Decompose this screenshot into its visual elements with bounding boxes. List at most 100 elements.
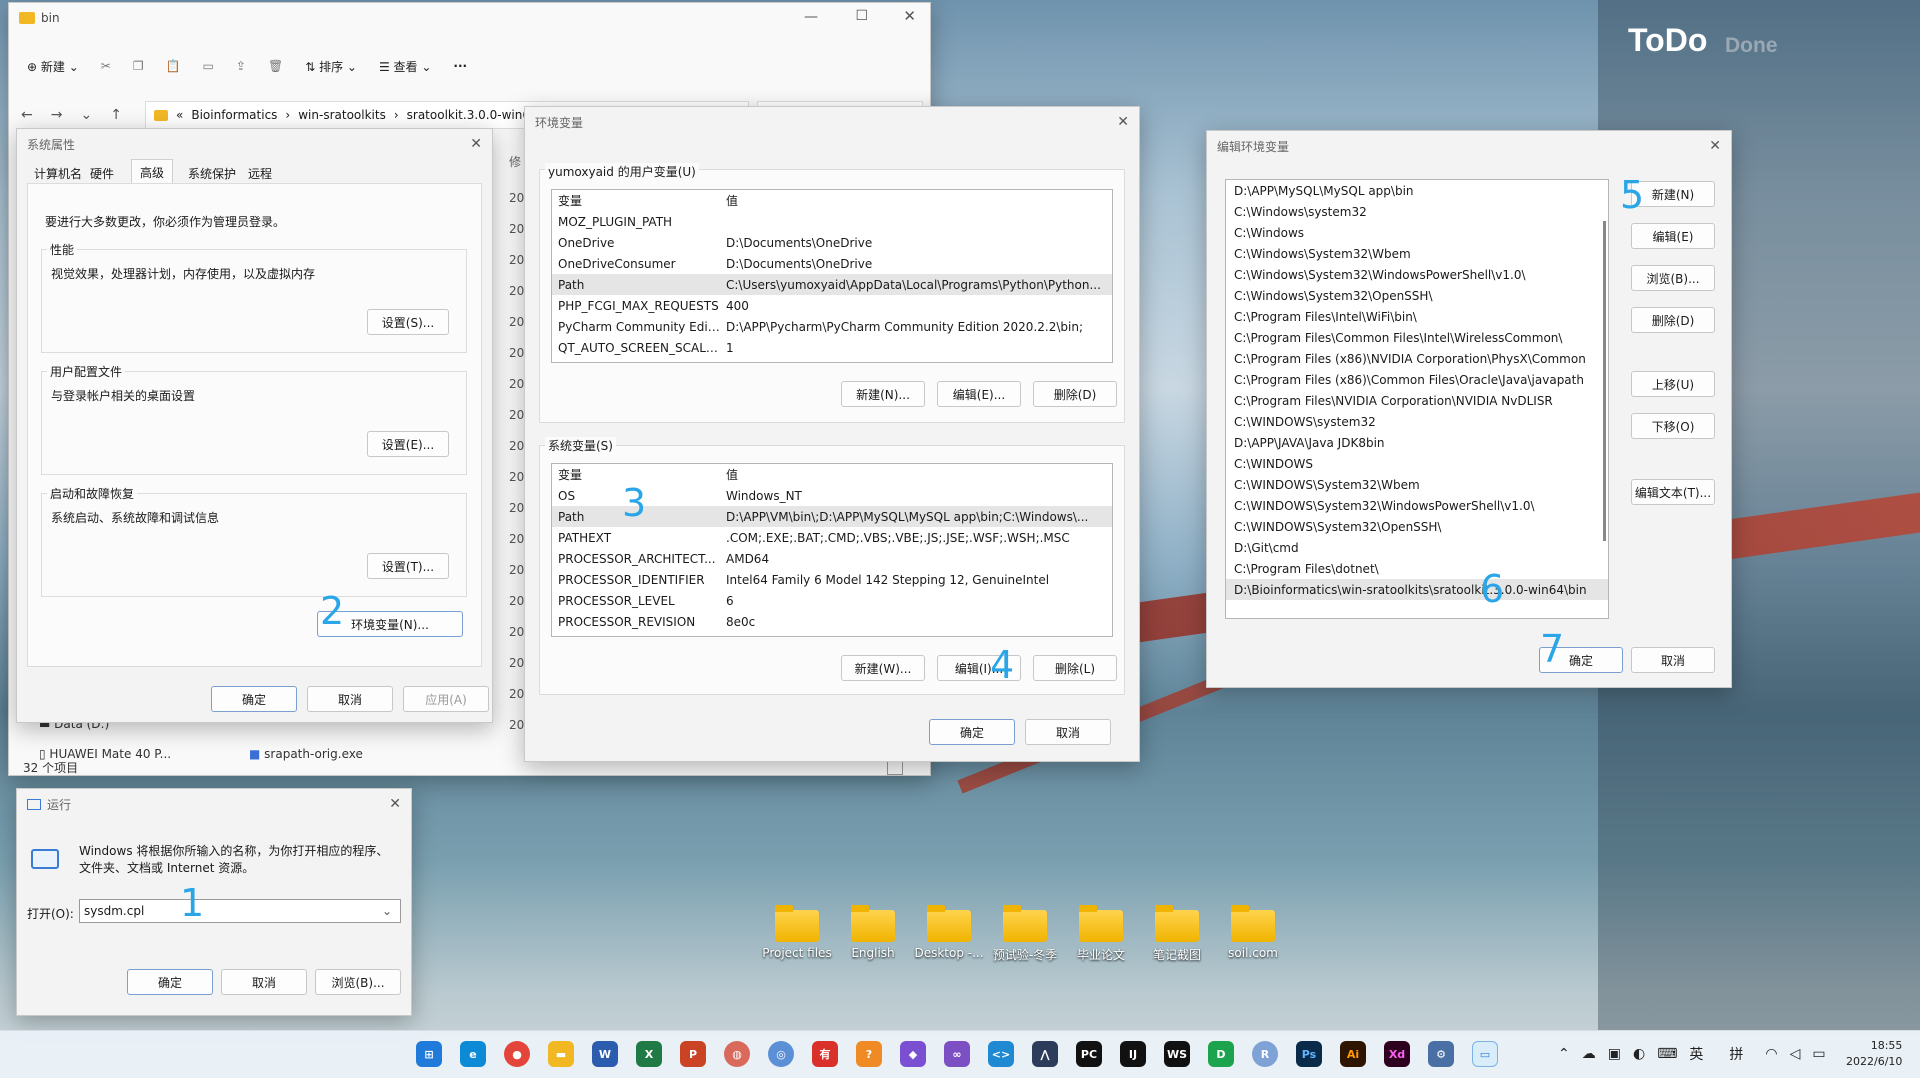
- table-row[interactable]: OneDrive D:\Documents\OneDrive: [552, 232, 1112, 253]
- cancel-button[interactable]: 取消: [1631, 647, 1715, 673]
- list-item[interactable]: C:\WINDOWS\system32: [1226, 411, 1608, 432]
- list-item[interactable]: C:\WINDOWS: [1226, 453, 1608, 474]
- column-header-variable[interactable]: 变量: [552, 192, 720, 209]
- table-row[interactable]: OS Windows_NT: [552, 485, 1112, 506]
- user-delete-button[interactable]: 删除(D): [1033, 381, 1117, 407]
- new-button[interactable]: ⊕ 新建 ⌄: [27, 58, 79, 75]
- list-item[interactable]: C:\WINDOWS\System32\OpenSSH\: [1226, 516, 1608, 537]
- delete-path-button[interactable]: 删除(D): [1631, 307, 1715, 333]
- list-item[interactable]: C:\WINDOWS\System32\Wbem: [1226, 474, 1608, 495]
- desktop-folder[interactable]: 笔记截图: [1142, 905, 1212, 963]
- xd-icon[interactable]: Xd: [1384, 1041, 1410, 1067]
- new-path-button[interactable]: 新建(N): [1631, 181, 1715, 207]
- table-row[interactable]: QT_AUTO_SCREEN_SCALE... 1: [552, 337, 1112, 358]
- powerpoint-icon[interactable]: P: [680, 1041, 706, 1067]
- app-icon[interactable]: ◎: [768, 1041, 794, 1067]
- ok-button[interactable]: 确定: [211, 686, 297, 712]
- close-icon[interactable]: ✕: [470, 136, 482, 152]
- list-item[interactable]: C:\Program Files\dotnet\: [1226, 558, 1608, 579]
- vscode-icon[interactable]: <>: [988, 1041, 1014, 1067]
- desktop-folder[interactable]: 预试验-冬季: [990, 905, 1060, 963]
- chevron-down-icon[interactable]: ⌄: [80, 107, 92, 123]
- startup-recovery-settings-button[interactable]: 设置(T)...: [367, 553, 449, 579]
- app-icon[interactable]: ⋀: [1032, 1041, 1058, 1067]
- volume-icon[interactable]: ◁: [1790, 1046, 1801, 1062]
- chevron-down-icon[interactable]: ⌄: [382, 904, 400, 918]
- table-row[interactable]: Path C:\Users\yumoxyaid\AppData\Local\Pro…: [552, 274, 1112, 295]
- run-titlebar[interactable]: 运行: [17, 789, 411, 819]
- details-view-icon[interactable]: [887, 761, 903, 775]
- breadcrumb-item[interactable]: sratoolkit.3.0.0-win6: [407, 108, 530, 122]
- wifi-icon[interactable]: ◠: [1765, 1046, 1777, 1062]
- list-item[interactable]: D:\APP\JAVA\Java JDK8bin: [1226, 432, 1608, 453]
- desktop-folder[interactable]: English: [838, 905, 908, 960]
- tab-system-protection[interactable]: 系统保护: [183, 163, 241, 184]
- desktop-folder[interactable]: Desktop -...: [914, 905, 984, 960]
- list-item[interactable]: C:\Windows: [1226, 222, 1608, 243]
- photoshop-icon[interactable]: Ps: [1296, 1041, 1322, 1067]
- rename-icon[interactable]: ▭: [203, 59, 214, 73]
- sysprop-titlebar[interactable]: 系统属性: [17, 129, 492, 159]
- forward-arrow-icon[interactable]: →: [51, 107, 63, 123]
- copy-icon[interactable]: ❐: [133, 59, 144, 73]
- table-row[interactable]: OneDriveConsumer D:\Documents\OneDrive: [552, 253, 1112, 274]
- user-profiles-settings-button[interactable]: 设置(E)...: [367, 431, 449, 457]
- breadcrumb-item[interactable]: Bioinformatics: [191, 108, 277, 122]
- system-edit-button[interactable]: 编辑(I)...: [937, 655, 1021, 681]
- close-icon[interactable]: ✕: [1709, 138, 1721, 154]
- close-icon[interactable]: ✕: [1117, 114, 1129, 130]
- desktop-folder[interactable]: Project files: [762, 905, 832, 960]
- list-scrollbar[interactable]: [1603, 221, 1606, 541]
- back-arrow-icon[interactable]: ←: [21, 107, 33, 123]
- column-header-value[interactable]: 值: [720, 466, 1112, 483]
- view-button[interactable]: ☰ 查看 ⌄: [379, 58, 431, 75]
- file-explorer-icon[interactable]: ▬: [548, 1041, 574, 1067]
- intellij-icon[interactable]: IJ: [1120, 1041, 1146, 1067]
- table-row[interactable]: PROCESSOR_IDENTIFIER Intel64 Family 6 Mod…: [552, 569, 1112, 590]
- browse-path-button[interactable]: 浏览(B)...: [1631, 265, 1715, 291]
- list-item[interactable]: C:\Windows\System32\OpenSSH\: [1226, 285, 1608, 306]
- obsidian-icon[interactable]: ◆: [900, 1041, 926, 1067]
- table-row[interactable]: PHP_FCGI_MAX_REQUESTS 400: [552, 295, 1112, 316]
- list-item[interactable]: D:\APP\MySQL\MySQL app\bin: [1226, 180, 1608, 201]
- column-header-value[interactable]: 值: [720, 192, 1112, 209]
- column-header-variable[interactable]: 变量: [552, 466, 720, 483]
- close-button[interactable]: ✕: [903, 7, 916, 25]
- edit-text-button[interactable]: 编辑文本(T)...: [1631, 479, 1715, 505]
- cancel-button[interactable]: 取消: [1025, 719, 1111, 745]
- apply-button[interactable]: 应用(A): [403, 686, 489, 712]
- up-arrow-icon[interactable]: ↑: [110, 107, 122, 123]
- table-row[interactable]: Path D:\APP\VM\bin\;D:\APP\MySQL\MySQL ap…: [552, 506, 1112, 527]
- ok-button[interactable]: 确定: [1539, 647, 1623, 673]
- user-edit-button[interactable]: 编辑(E)...: [937, 381, 1021, 407]
- delete-icon[interactable]: 🗑: [268, 59, 283, 73]
- user-new-button[interactable]: 新建(N)...: [841, 381, 925, 407]
- ime-mode[interactable]: 拼: [1729, 1044, 1743, 1064]
- list-item[interactable]: D:\Git\cmd: [1226, 537, 1608, 558]
- share-icon[interactable]: ⇪: [236, 59, 246, 73]
- illustrator-icon[interactable]: Ai: [1340, 1041, 1366, 1067]
- paste-icon[interactable]: 📋: [166, 59, 181, 73]
- edit-path-button[interactable]: 编辑(E): [1631, 223, 1715, 249]
- list-item[interactable]: C:\Windows\System32\WindowsPowerShell\v1…: [1226, 264, 1608, 285]
- browse-button[interactable]: 浏览(B)...: [315, 969, 401, 995]
- excel-icon[interactable]: X: [636, 1041, 662, 1067]
- list-item[interactable]: C:\Program Files\Intel\WiFi\bin\: [1226, 306, 1608, 327]
- explorer-titlebar[interactable]: bin: [9, 3, 930, 33]
- sort-button[interactable]: ⇅ 排序 ⌄: [305, 58, 357, 75]
- system-new-button[interactable]: 新建(W)...: [841, 655, 925, 681]
- battery-icon[interactable]: ▭: [1812, 1046, 1825, 1062]
- ok-button[interactable]: 确定: [127, 969, 213, 995]
- ime-language[interactable]: 英: [1689, 1044, 1703, 1064]
- todo-done-tab[interactable]: Done: [1725, 34, 1778, 58]
- list-item[interactable]: D:\Bioinformatics\win-sratoolkits\sratoo…: [1226, 579, 1608, 600]
- table-row[interactable]: PROCESSOR_ARCHITECT... AMD64: [552, 548, 1112, 569]
- edge-icon[interactable]: e: [460, 1041, 486, 1067]
- list-item[interactable]: C:\WINDOWS\System32\WindowsPowerShell\v1…: [1226, 495, 1608, 516]
- chevron-up-icon[interactable]: ⌃: [1558, 1046, 1570, 1062]
- app-icon[interactable]: ◍: [724, 1041, 750, 1067]
- list-item[interactable]: C:\Program Files\NVIDIA Corporation\NVID…: [1226, 390, 1608, 411]
- chrome-icon[interactable]: ●: [504, 1041, 530, 1067]
- desktop-folder[interactable]: soil.com: [1218, 905, 1288, 960]
- cancel-button[interactable]: 取消: [307, 686, 393, 712]
